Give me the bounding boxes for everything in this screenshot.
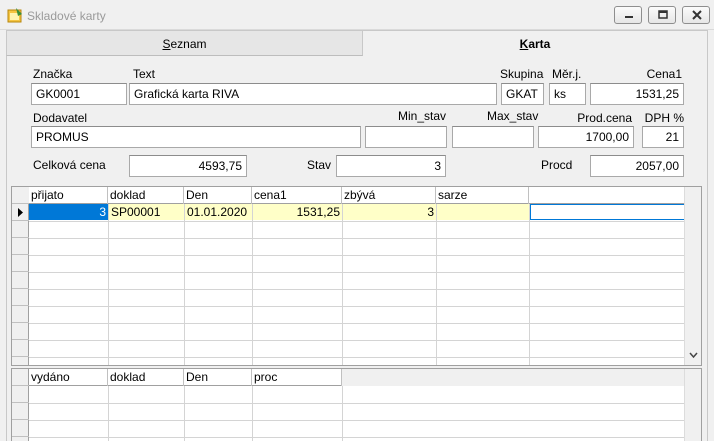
znacka-input[interactable]: GK0001 <box>31 83 127 105</box>
dodavatel-input[interactable]: PROMUS <box>31 126 361 148</box>
col-prijato[interactable]: přijato <box>29 187 108 204</box>
prijato-grid[interactable]: přijato doklad Den cena1 zbývá sarze 3 S… <box>11 186 702 366</box>
minimize-icon <box>625 16 633 18</box>
maximize-icon <box>658 10 668 19</box>
maximize-button[interactable] <box>648 6 676 24</box>
row-pointer-icon <box>18 208 23 217</box>
text-label: Text <box>133 67 156 81</box>
celkova-cena-input[interactable]: 4593,75 <box>129 155 247 177</box>
col-cena1[interactable]: cena1 <box>252 187 342 204</box>
text-input[interactable]: Grafická karta RIVA <box>129 83 497 105</box>
col-proc[interactable]: proc <box>252 369 342 386</box>
close-button[interactable] <box>682 6 710 24</box>
minimize-button[interactable] <box>614 6 642 24</box>
stav-input[interactable]: 3 <box>336 155 446 177</box>
procd-label: Procd <box>541 158 573 172</box>
vydano-scrollbar[interactable] <box>684 369 701 441</box>
tab-seznam[interactable]: Seznam <box>6 30 363 56</box>
procd-input[interactable]: 2057,00 <box>590 155 684 177</box>
min-stav-input[interactable] <box>365 126 447 148</box>
prijato-scrollbar[interactable] <box>684 187 701 365</box>
prijato-grid-header: přijato doklad Den cena1 zbývá sarze <box>29 187 686 204</box>
dph-input[interactable]: 21 <box>642 126 684 148</box>
cell-doklad[interactable]: SP00001 <box>109 204 184 220</box>
cell-den[interactable]: 01.01.2020 <box>185 204 252 220</box>
stav-label: Stav <box>307 158 332 172</box>
vydano-grid[interactable]: vydáno doklad Den proc <box>11 368 702 441</box>
dodavatel-label: Dodavatel <box>33 111 88 125</box>
min-stav-label: Min_stav <box>398 109 447 123</box>
scroll-down-icon[interactable] <box>689 351 698 360</box>
col-doklad-out[interactable]: doklad <box>108 369 184 386</box>
merj-input[interactable]: ks <box>549 83 586 105</box>
window-title: Skladové karty <box>27 9 106 23</box>
app-icon <box>7 8 22 23</box>
col-doklad[interactable]: doklad <box>108 187 184 204</box>
col-den[interactable]: Den <box>184 187 252 204</box>
skupina-input[interactable]: GKAT <box>501 83 544 105</box>
prod-cena-input[interactable]: 1700,00 <box>538 126 634 148</box>
vydano-grid-header: vydáno doklad Den proc <box>29 369 686 386</box>
current-row-indicator[interactable] <box>12 204 29 221</box>
celkova-cena-label: Celková cena <box>33 158 106 172</box>
cena1-label: Cena1 <box>646 67 682 81</box>
merj-label: Měr.j. <box>552 67 582 81</box>
cell-prijato[interactable]: 3 <box>29 204 108 220</box>
cena1-input[interactable]: 1531,25 <box>590 83 684 105</box>
row-focus-frame <box>530 204 686 220</box>
cell-cena1[interactable]: 1531,25 <box>253 204 342 220</box>
prod-cena-label: Prod.cena <box>577 111 632 125</box>
col-zbyva[interactable]: zbývá <box>342 187 436 204</box>
col-vydano[interactable]: vydáno <box>29 369 108 386</box>
max-stav-label: Max_stav <box>487 109 539 123</box>
skupina-label: Skupina <box>500 67 544 81</box>
row-indicator-column-out <box>12 369 29 441</box>
close-icon <box>692 10 702 20</box>
col-sarze[interactable]: sarze <box>436 187 529 204</box>
tab-bar: Seznam Karta <box>6 30 708 56</box>
col-den-out[interactable]: Den <box>184 369 252 386</box>
tab-karta[interactable]: Karta <box>363 30 708 56</box>
znacka-label: Značka <box>33 67 73 81</box>
cell-sarze[interactable] <box>437 204 529 220</box>
row-indicator-column <box>12 187 29 365</box>
cell-zbyva[interactable]: 3 <box>343 204 436 220</box>
dph-label: DPH % <box>644 111 684 125</box>
max-stav-input[interactable] <box>452 126 534 148</box>
title-bar: Skladové karty <box>0 0 714 30</box>
